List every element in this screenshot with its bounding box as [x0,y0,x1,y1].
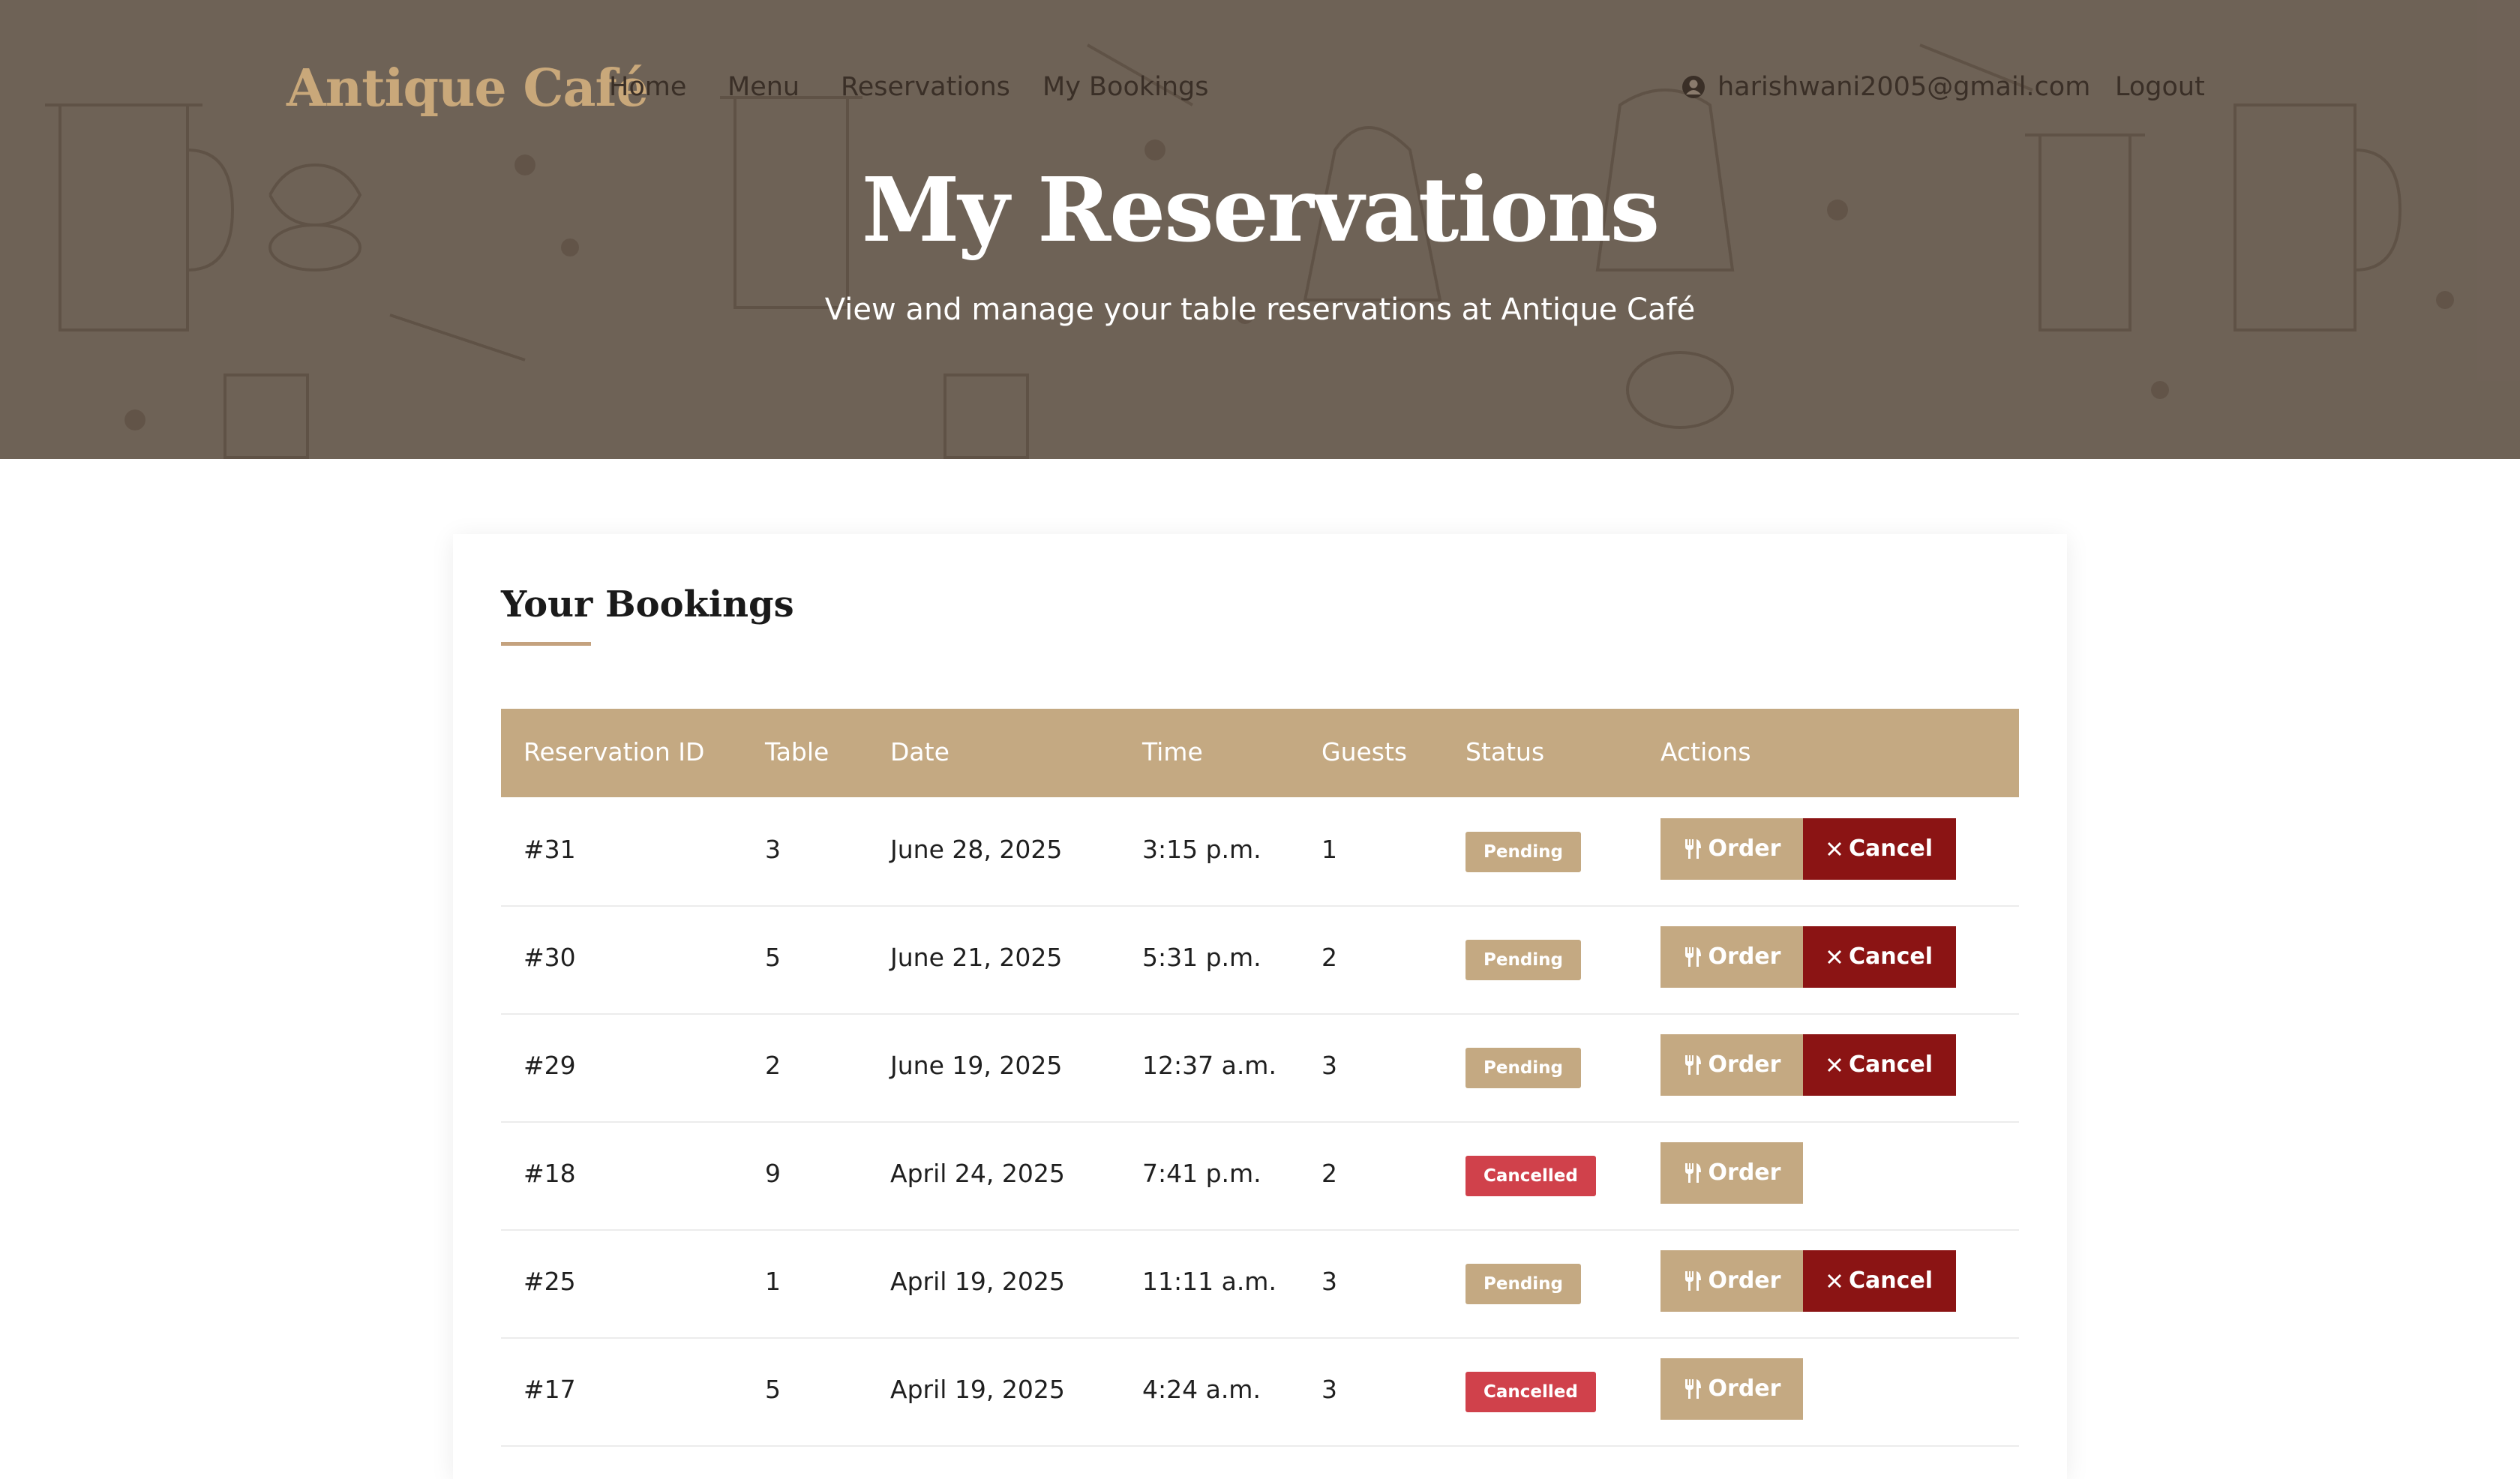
reservation-time: 3:15 p.m. [1142,835,1262,864]
nav-my-bookings[interactable]: My Bookings [1042,72,1209,102]
reservation-time: 4:24 a.m. [1142,1375,1261,1404]
reservation-id: #17 [524,1375,576,1404]
status-badge: Cancelled [1466,1156,1596,1196]
status-badge: Pending [1466,832,1582,872]
order-button[interactable]: Order [1660,818,1803,880]
reservation-id: #30 [524,943,576,972]
order-label: Order [1708,1268,1781,1294]
utensils-icon [1684,1163,1701,1183]
title-underline [501,642,591,646]
reservation-date: June 19, 2025 [890,1051,1063,1080]
page-subtitle: View and manage your table reservations … [824,292,1696,327]
page-title: My Reservations [861,158,1660,262]
nav-home[interactable]: Home [609,72,686,102]
order-label: Order [1708,944,1781,970]
utensils-icon [1684,839,1701,859]
reservation-id: #18 [524,1159,576,1188]
user-circle-icon [1682,76,1705,98]
table-number: 5 [765,1375,781,1404]
table-number: 9 [765,1159,781,1188]
cancel-label: Cancel [1848,836,1934,862]
column-header-actions: Actions [1660,737,1751,766]
status-badge: Pending [1466,940,1582,980]
close-icon [1827,1274,1842,1288]
order-button[interactable]: Order [1660,1034,1803,1096]
reservation-time: 5:31 p.m. [1142,943,1262,972]
table-row: #17 5 April 19, 2025 4:24 a.m. 3 Cancelled Ord… [501,1337,2019,1447]
reservation-time: 11:11 a.m. [1142,1267,1276,1296]
column-header-table: Table [765,737,830,766]
cancel-button[interactable]: Cancel [1803,1250,1956,1312]
user-email: harishwani2005@gmail.com [1718,72,2091,102]
utensils-icon [1684,1271,1701,1291]
order-label: Order [1708,1052,1781,1078]
table-number: 5 [765,943,781,972]
user-account[interactable]: harishwani2005@gmail.com [1682,72,2090,102]
reservation-date: April 19, 2025 [890,1375,1065,1404]
hero-banner: Antique Café Home Menu Reservations My B… [0,0,2520,459]
table-number: 1 [765,1267,781,1296]
reservation-date: June 28, 2025 [890,835,1063,864]
column-header-id: Reservation ID [524,737,705,766]
reservation-time: 12:37 a.m. [1142,1051,1276,1080]
logout-link[interactable]: Logout [2115,72,2205,102]
cancel-button[interactable]: Cancel [1803,926,1956,988]
table-number: 3 [765,835,781,864]
order-button[interactable]: Order [1660,1142,1803,1204]
cancel-button[interactable]: Cancel [1803,1034,1956,1096]
status-badge: Cancelled [1466,1372,1596,1412]
cancel-label: Cancel [1848,1052,1934,1078]
cancel-label: Cancel [1848,944,1934,970]
reservation-id: #25 [524,1267,576,1296]
reservation-date: April 19, 2025 [890,1267,1065,1296]
table-row: #29 2 June 19, 2025 12:37 a.m. 3 Pending Order… [501,1013,2019,1123]
cancel-label: Cancel [1848,1268,1934,1294]
bookings-card: Your Bookings Reservation ID Table Date … [453,534,2067,1479]
guest-count: 2 [1322,1159,1337,1188]
close-icon [1827,1058,1842,1072]
reservation-date: June 21, 2025 [890,943,1063,972]
utensils-icon [1684,947,1701,967]
guest-count: 3 [1322,1375,1337,1404]
order-button[interactable]: Order [1660,1358,1803,1420]
order-label: Order [1708,1160,1781,1186]
guest-count: 3 [1322,1267,1337,1296]
order-label: Order [1708,1376,1781,1402]
close-icon [1827,842,1842,856]
utensils-icon [1684,1055,1701,1075]
order-label: Order [1708,836,1781,862]
table-row: #18 9 April 24, 2025 7:41 p.m. 2 Cancelled Ord… [501,1121,2019,1231]
guest-count: 2 [1322,943,1337,972]
top-navigation: Antique Café Home Menu Reservations My B… [0,0,2520,180]
bookings-title: Your Bookings [501,584,794,626]
column-header-guests: Guests [1322,737,1408,766]
guest-count: 1 [1322,835,1337,864]
column-header-status: Status [1466,737,1545,766]
cancel-button[interactable]: Cancel [1803,818,1956,880]
brand-logo[interactable]: Antique Café [286,58,649,118]
table-row: #31 3 June 28, 2025 3:15 p.m. 1 Pending Order C… [501,797,2019,907]
table-number: 2 [765,1051,781,1080]
status-badge: Pending [1466,1264,1582,1304]
column-header-time: Time [1142,737,1203,766]
order-button[interactable]: Order [1660,1250,1803,1312]
order-button[interactable]: Order [1660,926,1803,988]
table-row: #30 5 June 21, 2025 5:31 p.m. 2 Pending Order C… [501,905,2019,1015]
reservation-date: April 24, 2025 [890,1159,1065,1188]
reservation-id: #31 [524,835,576,864]
table-header: Reservation ID Table Date Time Guests St… [501,709,2019,797]
nav-menu[interactable]: Menu [728,72,800,102]
column-header-date: Date [890,737,950,766]
status-badge: Pending [1466,1048,1582,1088]
close-icon [1827,950,1842,964]
reservation-id: #29 [524,1051,576,1080]
guest-count: 3 [1322,1051,1337,1080]
utensils-icon [1684,1379,1701,1399]
reservation-time: 7:41 p.m. [1142,1159,1262,1188]
nav-reservations[interactable]: Reservations [841,72,1010,102]
table-row: #25 1 April 19, 2025 11:11 a.m. 3 Pending Orde… [501,1229,2019,1339]
